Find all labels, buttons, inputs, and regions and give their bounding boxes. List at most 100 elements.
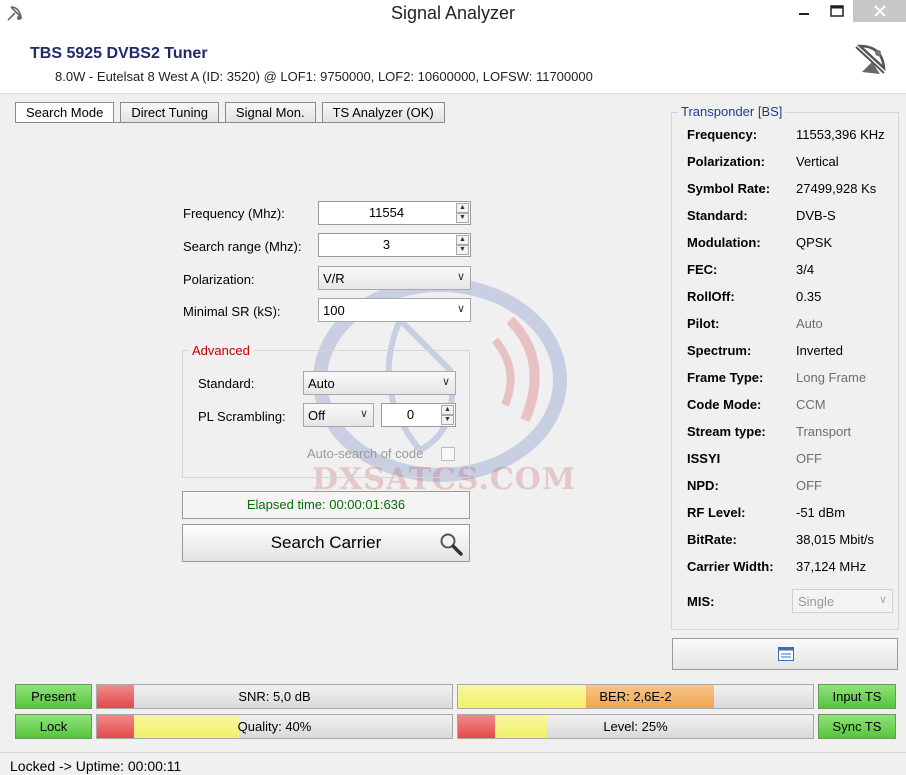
search-carrier-button[interactable]: Search Carrier — [182, 524, 470, 562]
spin-down-icon[interactable]: ▼ — [456, 245, 469, 255]
snr-bar: SNR: 5,0 dB — [96, 684, 453, 709]
elapsed-time: Elapsed time: 00:00:01:636 — [182, 491, 470, 519]
frequency-value: 11554 — [368, 205, 405, 220]
pl-scrambling-label: PL Scrambling: — [198, 409, 286, 424]
quality-bar: Quality: 40% — [96, 714, 453, 739]
minimal-sr-select[interactable]: 100 ∨ — [318, 298, 471, 322]
transponder-key: NPD: — [687, 478, 719, 493]
transponder-value: 27499,928 Ks — [796, 181, 877, 196]
status-bar: Locked -> Uptime: 00:00:11 — [0, 752, 906, 775]
tab-ts-analyzer[interactable]: TS Analyzer (OK) — [321, 102, 445, 123]
transponder-key: ISSYI — [687, 451, 721, 466]
transponder-key: BitRate: — [687, 532, 737, 547]
spin-down-icon[interactable]: ▼ — [441, 415, 454, 425]
chevron-down-icon: ∨ — [456, 303, 465, 315]
transponder-key: Polarization: — [687, 154, 766, 169]
transponder-value: 3/4 — [796, 262, 815, 277]
standard-label: Standard: — [198, 376, 255, 391]
mis-select[interactable]: Single ∨ — [792, 589, 893, 613]
tuner-header: TBS 5925 DVBS2 Tuner 8.0W - Eutelsat 8 W… — [0, 28, 906, 94]
maximize-icon — [830, 5, 844, 17]
transponder-value: Long Frame — [796, 370, 867, 385]
chevron-down-icon: ∨ — [456, 271, 465, 283]
transponder-value: CCM — [796, 397, 826, 412]
present-indicator: Present — [15, 684, 92, 709]
quality-label: Quality: 40% — [237, 719, 312, 734]
spin-down-icon[interactable]: ▼ — [456, 213, 469, 223]
transponder-key: RF Level: — [687, 505, 746, 520]
spin-up-icon[interactable]: ▲ — [456, 235, 469, 245]
close-button[interactable] — [853, 0, 906, 22]
polarization-select[interactable]: V/R ∨ — [318, 266, 471, 290]
frequency-input[interactable]: 11554 ▲ ▼ — [318, 201, 471, 225]
transponder-key: Code Mode: — [687, 397, 762, 412]
input-ts-indicator: Input TS — [818, 684, 896, 709]
spin-up-icon[interactable]: ▲ — [441, 405, 454, 415]
transponder-key: Frame Type: — [687, 370, 764, 385]
transponder-value: 37,124 MHz — [796, 559, 867, 574]
transponder-value: OFF — [796, 478, 822, 493]
ber-label: BER: 2,6E-2 — [599, 689, 672, 704]
tuner-name: TBS 5925 DVBS2 Tuner — [30, 45, 208, 62]
window-title: Signal Analyzer — [390, 3, 516, 23]
transponder-value: QPSK — [796, 235, 833, 250]
frequency-label: Frequency (Mhz): — [183, 206, 285, 221]
search-range-label: Search range (Mhz): — [183, 239, 302, 254]
transponder-value: 38,015 Mbit/s — [796, 532, 875, 547]
minimal-sr-label: Minimal SR (kS): — [183, 304, 281, 319]
title-bar: Signal Analyzer — [0, 0, 906, 28]
search-carrier-label: Search Carrier — [270, 533, 382, 552]
minimize-icon — [799, 13, 809, 15]
magnifier-icon — [440, 533, 463, 556]
mode-tabs: Search Mode Direct Tuning Signal Mon. TS… — [15, 102, 445, 123]
transponder-key: RollOff: — [687, 289, 735, 304]
tab-signal-mon[interactable]: Signal Mon. — [224, 102, 316, 123]
transponder-value: Transport — [796, 424, 852, 439]
chevron-down-icon: ∨ — [359, 408, 368, 420]
spin-up-icon[interactable]: ▲ — [456, 203, 469, 213]
transponder-title: Transponder [BS] — [678, 104, 786, 119]
level-bar: Level: 25% — [457, 714, 814, 739]
status-text: Locked -> Uptime: 00:00:11 — [10, 758, 182, 774]
transponder-value: Inverted — [796, 343, 843, 358]
tab-divider — [15, 122, 445, 123]
transponder-value: DVB-S — [796, 208, 836, 223]
satellite-dish-icon — [855, 44, 886, 74]
search-range-input[interactable]: 3 ▲ ▼ — [318, 233, 471, 257]
list-icon — [778, 647, 794, 661]
lock-indicator: Lock — [15, 714, 92, 739]
pl-scrambling-mode-select[interactable]: Off ∨ — [303, 403, 374, 427]
tab-direct-tuning[interactable]: Direct Tuning — [120, 102, 219, 123]
mis-label: MIS: — [687, 594, 715, 609]
snr-label: SNR: 5,0 dB — [238, 689, 311, 704]
transponder-value: Vertical — [796, 154, 839, 169]
chevron-down-icon: ∨ — [878, 594, 887, 606]
transponder-key: Standard: — [687, 208, 748, 223]
pl-scrambling-code-value: 0 — [406, 407, 415, 422]
auto-search-checkbox[interactable] — [441, 447, 455, 461]
advanced-title: Advanced — [188, 343, 254, 358]
transponder-value: OFF — [796, 451, 822, 466]
transponder-value: -51 dBm — [796, 505, 846, 520]
transponder-key: FEC: — [687, 262, 718, 277]
pl-scrambling-mode-value: Off — [308, 408, 326, 423]
list-view-button[interactable] — [672, 638, 898, 670]
mis-value: Single — [798, 594, 835, 609]
polarization-value: V/R — [323, 271, 345, 286]
close-icon — [873, 5, 886, 17]
polarization-label: Polarization: — [183, 272, 255, 287]
transponder-value: Auto — [796, 316, 823, 331]
standard-select[interactable]: Auto ∨ — [303, 371, 456, 395]
pl-scrambling-code-input[interactable]: 0 ▲ ▼ — [381, 403, 456, 427]
transponder-value: 11553,396 KHz — [796, 127, 885, 142]
transponder-key: Symbol Rate: — [687, 181, 771, 196]
search-range-value: 3 — [382, 237, 391, 252]
tab-search-mode[interactable]: Search Mode — [15, 102, 115, 123]
transponder-key: Stream type: — [687, 424, 766, 439]
transponder-key: Pilot: — [687, 316, 720, 331]
transponder-key: Frequency: — [687, 127, 758, 142]
transponder-key: Spectrum: — [687, 343, 752, 358]
transponder-value: 0.35 — [796, 289, 822, 304]
transponder-key: Modulation: — [687, 235, 761, 250]
minimal-sr-value: 100 — [323, 303, 345, 318]
